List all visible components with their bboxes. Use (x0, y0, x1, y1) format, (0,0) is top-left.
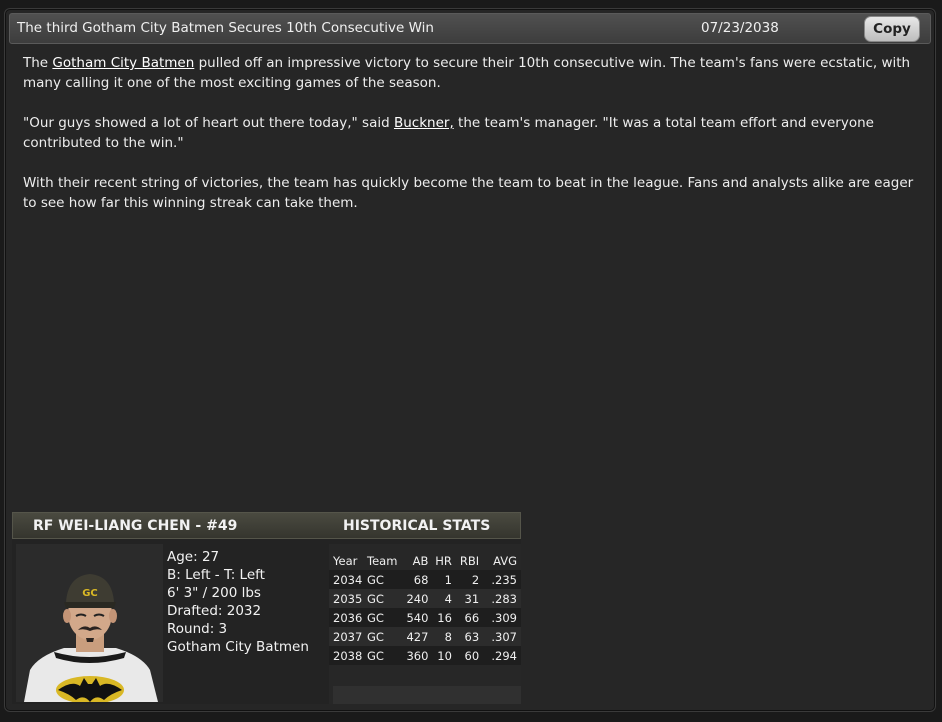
stat-cell: 240 (406, 591, 429, 606)
stat-cell: GC (367, 572, 384, 587)
article-paragraph-3: With their recent string of victories, t… (23, 175, 914, 211)
svg-text:GC: GC (82, 588, 98, 599)
stat-cell: 2035 (333, 591, 363, 606)
player-age: Age: 27 (167, 549, 220, 565)
stat-cell: 16 (437, 610, 452, 625)
stat-cell: 540 (406, 610, 429, 625)
stat-cell: GC (367, 648, 384, 663)
stat-cell: 4 (444, 591, 452, 606)
article-paragraph-2: "Our guys showed a lot of heart out ther… (23, 113, 918, 153)
stats-footer-bar (333, 686, 521, 704)
player-team[interactable]: Gotham City Batmen (167, 638, 309, 656)
article-paragraph-1: The Gotham City Batmen pulled off an imp… (23, 53, 918, 93)
manager-link[interactable]: Buckner, (394, 115, 454, 131)
stat-cell: .309 (491, 610, 517, 625)
table-row: 2037 GC 427 8 63 .307 (329, 627, 521, 646)
historical-stats-table: Year Team AB HR RBI AVG 2034 GC 68 1 2 .… (329, 544, 521, 704)
stat-cell: 2038 (333, 648, 363, 663)
player-height-weight: 6' 3" / 200 lbs (167, 585, 261, 601)
stat-cell: GC (367, 591, 384, 606)
stat-cell: .307 (491, 629, 517, 644)
article-header-bar: The third Gotham City Batmen Secures 10t… (9, 13, 931, 44)
news-article-window: The third Gotham City Batmen Secures 10t… (4, 8, 936, 712)
article-text: The (23, 55, 53, 71)
stat-cell: 1 (444, 572, 452, 587)
player-bio: Age: 27 B: Left - T: Left 6' 3" / 200 lb… (167, 548, 309, 656)
stat-cell: 427 (406, 629, 429, 644)
stat-cell: 10 (437, 648, 452, 663)
table-row: 2034 GC 68 1 2 .235 (329, 570, 521, 589)
stat-cell: 63 (464, 629, 480, 644)
table-row: 2035 GC 240 4 31 .283 (329, 589, 521, 608)
stat-cell: 68 (413, 572, 429, 587)
col-hr: HR (435, 553, 452, 568)
team-link[interactable]: Gotham City Batmen (52, 55, 194, 71)
stat-cell: 2036 (333, 610, 363, 625)
table-row: 2038 GC 360 10 60 .294 (329, 646, 521, 665)
stat-cell: .235 (491, 572, 517, 587)
stat-cell: 8 (444, 629, 452, 644)
article-title: The third Gotham City Batmen Secures 10t… (17, 20, 434, 36)
article-date: 07/23/2038 (701, 20, 779, 36)
col-ab: AB (412, 553, 429, 568)
player-drafted: Drafted: 2032 (167, 603, 262, 619)
stat-cell: 31 (464, 591, 480, 606)
stat-cell: 2034 (333, 572, 363, 587)
player-round: Round: 3 (167, 621, 228, 637)
col-team: Team (367, 553, 398, 568)
col-rbi: RBI (459, 553, 480, 568)
player-card: RF WEI-LIANG CHEN - #49 HISTORICAL STATS (12, 512, 521, 704)
stat-cell: 66 (464, 610, 480, 625)
player-photo: GC (16, 544, 163, 702)
stat-cell: .294 (491, 648, 517, 663)
table-row: 2036 GC 540 16 66 .309 (329, 608, 521, 627)
article-body: The Gotham City Batmen pulled off an imp… (23, 53, 918, 233)
player-card-header: RF WEI-LIANG CHEN - #49 HISTORICAL STATS (12, 512, 521, 539)
copy-button[interactable]: Copy (864, 16, 920, 42)
historical-stats-heading: HISTORICAL STATS (343, 518, 491, 534)
stat-cell: GC (367, 629, 384, 644)
stats-header-row: Year Team AB HR RBI AVG (329, 551, 521, 570)
stat-cell: .283 (491, 591, 517, 606)
stat-cell: 2 (471, 572, 480, 587)
stat-cell: 60 (464, 648, 480, 663)
article-text: "Our guys showed a lot of heart out ther… (23, 115, 394, 131)
player-bats-throws: B: Left - T: Left (167, 567, 265, 583)
stat-cell: 2037 (333, 629, 363, 644)
stat-cell: 360 (406, 648, 429, 663)
col-avg: AVG (493, 553, 517, 568)
col-year: Year (333, 553, 358, 568)
player-name[interactable]: RF WEI-LIANG CHEN - #49 (33, 518, 237, 534)
stat-cell: GC (367, 610, 384, 625)
